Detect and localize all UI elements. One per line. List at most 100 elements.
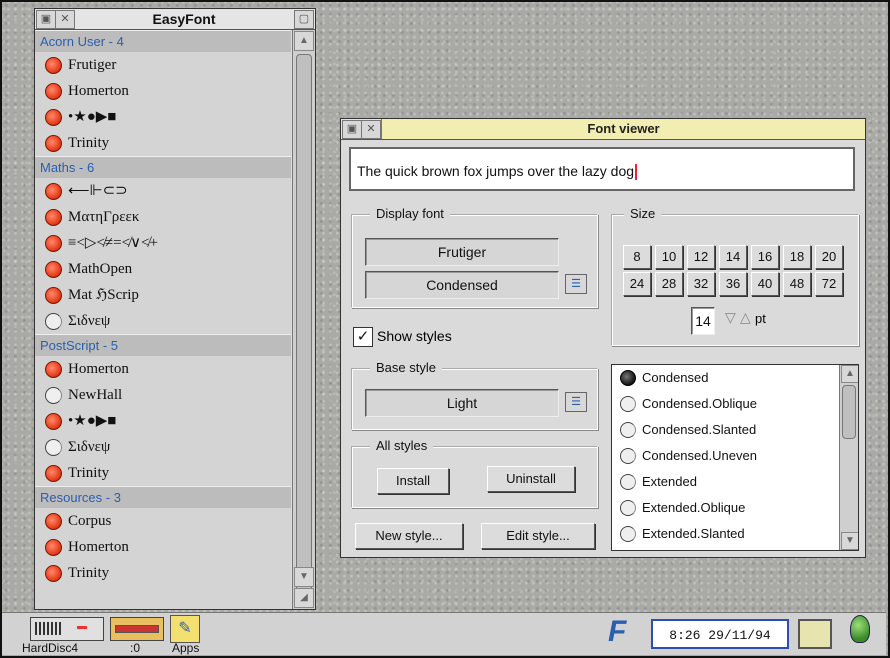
back-icon[interactable]: ▣ [36, 10, 56, 29]
size-button[interactable]: 20 [815, 245, 843, 269]
radio-on-icon[interactable] [45, 538, 62, 556]
style-menu-icon[interactable]: ☰ [565, 274, 587, 294]
scroll-up-icon[interactable]: ▲ [294, 31, 314, 51]
clock[interactable]: 8:26 29/11/94 [651, 619, 789, 649]
scroll-down-icon[interactable]: ▼ [294, 567, 314, 587]
show-styles-checkbox[interactable]: ✓ [353, 327, 373, 347]
radio-on-icon[interactable] [45, 360, 62, 378]
back-icon[interactable]: ▣ [342, 120, 362, 139]
harddisc-icon[interactable] [30, 617, 104, 641]
radio-off-icon[interactable] [620, 526, 636, 542]
font-list-item[interactable]: Homerton [35, 356, 291, 382]
font-list-item[interactable]: Homerton [35, 78, 291, 104]
size-button[interactable]: 28 [655, 272, 683, 296]
radio-off-icon[interactable] [45, 438, 62, 456]
toggle-size-icon[interactable]: ▢ [294, 10, 314, 29]
radio-on-icon[interactable] [45, 56, 62, 74]
size-button[interactable]: 36 [719, 272, 747, 296]
size-button[interactable]: 16 [751, 245, 779, 269]
font-list-item[interactable]: ≡<▷≮≠=≮∨≮+ [35, 230, 291, 256]
uninstall-button[interactable]: Uninstall [487, 466, 575, 492]
radio-off-icon[interactable] [620, 500, 636, 516]
font-list-item[interactable]: Σιδνεψ [35, 308, 291, 334]
install-button[interactable]: Install [377, 468, 449, 494]
radio-on-icon[interactable] [45, 564, 62, 582]
scroll-down-icon[interactable]: ▼ [841, 532, 858, 550]
radio-on-icon[interactable] [45, 286, 62, 304]
radio-on-icon[interactable] [45, 208, 62, 226]
styles-scrollbar[interactable]: ▲ ▼ [839, 365, 858, 550]
radio-on-icon[interactable] [45, 512, 62, 530]
size-button[interactable]: 10 [655, 245, 683, 269]
style-list-item[interactable]: Condensed.Uneven [612, 443, 858, 469]
easyfont-titlebar[interactable]: ▣ ✕ EasyFont ▢ [35, 9, 315, 30]
radio-on-icon[interactable] [45, 234, 62, 252]
style-list-item[interactable]: Condensed.Slanted [612, 417, 858, 443]
acorn-icon[interactable] [850, 615, 870, 643]
font-list-item[interactable]: •★●▶■ [35, 104, 291, 130]
radio-off-icon[interactable] [45, 312, 62, 330]
font-list-item[interactable]: Trinity [35, 460, 291, 486]
size-button[interactable]: 12 [687, 245, 715, 269]
radio-on-icon[interactable] [45, 82, 62, 100]
font-list-item[interactable]: Trinity [35, 560, 291, 586]
ram-disc-icon[interactable] [110, 617, 164, 641]
style-list-item[interactable]: Extended [612, 469, 858, 495]
scrollbar[interactable]: ▲ ▼ ◢ [292, 30, 315, 609]
base-style-menu-icon[interactable]: ☰ [565, 392, 587, 412]
size-button[interactable]: 8 [623, 245, 651, 269]
apps-icon[interactable]: ✎ [170, 615, 200, 643]
size-input[interactable]: 14 [691, 307, 715, 335]
radio-on-icon[interactable] [45, 260, 62, 278]
radio-on-icon[interactable] [45, 464, 62, 482]
radio-on-icon[interactable] [45, 134, 62, 152]
size-button[interactable]: 48 [783, 272, 811, 296]
size-button[interactable]: 72 [815, 272, 843, 296]
font-list-item[interactable]: Σιδνεψ [35, 434, 291, 460]
size-button[interactable]: 40 [751, 272, 779, 296]
radio-off-icon[interactable] [620, 396, 636, 412]
radio-off-icon[interactable] [620, 448, 636, 464]
sample-text-field[interactable]: The quick brown fox jumps over the lazy … [349, 147, 855, 191]
style-list-item[interactable]: Condensed.Oblique [612, 391, 858, 417]
close-icon[interactable]: ✕ [361, 120, 381, 139]
font-list-item[interactable]: Mat ℌScrip [35, 282, 291, 308]
radio-off-icon[interactable] [45, 386, 62, 404]
viewer-titlebar[interactable]: ▣ ✕ Font viewer [341, 119, 865, 140]
radio-on-icon[interactable] [45, 108, 62, 126]
radio-off-icon[interactable] [620, 422, 636, 438]
base-style-field[interactable]: Light [365, 389, 559, 417]
size-button[interactable]: 14 [719, 245, 747, 269]
style-list-item[interactable]: Extended.Oblique [612, 495, 858, 521]
scroll-up-icon[interactable]: ▲ [841, 365, 858, 383]
display-manager-icon[interactable] [798, 619, 832, 649]
style-list-item[interactable]: Condensed [612, 365, 858, 391]
new-style-button[interactable]: New style... [355, 523, 463, 549]
size-up-icon[interactable]: △ [740, 309, 751, 326]
size-down-icon[interactable]: ▽ [725, 309, 736, 326]
radio-off-icon[interactable] [620, 474, 636, 490]
font-list-item[interactable]: Frutiger [35, 52, 291, 78]
close-icon[interactable]: ✕ [55, 10, 75, 29]
font-list-item[interactable]: Homerton [35, 534, 291, 560]
font-list-item[interactable]: Trinity [35, 130, 291, 156]
display-font-field[interactable]: Frutiger [365, 238, 559, 266]
size-button[interactable]: 24 [623, 272, 651, 296]
font-list-item[interactable]: NewHall [35, 382, 291, 408]
font-list-item[interactable]: •★●▶■ [35, 408, 291, 434]
font-list-item[interactable]: MathOpen [35, 256, 291, 282]
radio-on-icon[interactable] [620, 370, 636, 386]
edit-style-button[interactable]: Edit style... [481, 523, 595, 549]
style-list-item[interactable]: Extended.Slanted [612, 521, 858, 547]
easyfont-app-icon[interactable]: F [608, 615, 626, 649]
font-list-item[interactable]: ⟵⊩⊂⊃ [35, 178, 291, 204]
font-list-item[interactable]: Corpus [35, 508, 291, 534]
size-button[interactable]: 18 [783, 245, 811, 269]
display-style-field[interactable]: Condensed [365, 271, 559, 299]
scroll-thumb[interactable] [296, 54, 312, 592]
radio-on-icon[interactable] [45, 182, 62, 200]
resize-icon[interactable]: ◢ [294, 588, 314, 608]
radio-on-icon[interactable] [45, 412, 62, 430]
size-button[interactable]: 32 [687, 272, 715, 296]
font-list-item[interactable]: ΜατηΓρεεκ [35, 204, 291, 230]
